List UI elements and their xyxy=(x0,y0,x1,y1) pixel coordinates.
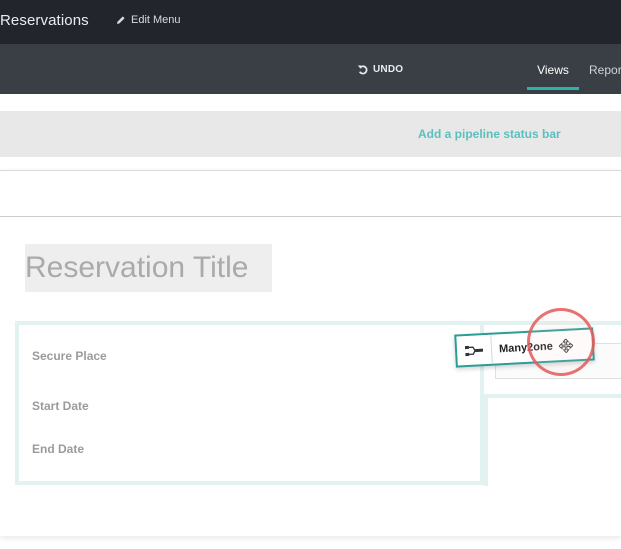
field-label-start-date: Start Date xyxy=(32,399,89,413)
move-cursor-icon xyxy=(558,337,574,353)
field-label-end-date: End Date xyxy=(32,442,85,456)
form-group-right xyxy=(484,394,621,486)
form-group-right-top xyxy=(484,321,621,325)
app-title[interactable]: Reservations xyxy=(0,12,89,29)
relation-icon xyxy=(464,345,484,356)
pencil-icon xyxy=(117,16,125,24)
many2one-icon-box xyxy=(456,334,493,366)
undo-icon xyxy=(357,65,368,75)
edit-menu-label: Edit Menu xyxy=(131,14,181,26)
many2one-label: Many2one xyxy=(498,340,554,355)
pipeline-status-area: Add a pipeline status bar xyxy=(0,111,621,157)
undo-button[interactable]: UNDO xyxy=(357,64,403,75)
tab-views[interactable]: Views xyxy=(527,63,579,90)
add-pipeline-status-bar-link[interactable]: Add a pipeline status bar xyxy=(418,127,561,141)
reservation-title-field[interactable]: Reservation Title xyxy=(25,244,272,292)
field-label-secure-place: Secure Place xyxy=(32,349,107,363)
tab-reports[interactable]: Repor xyxy=(589,63,621,77)
sheet-divider xyxy=(0,216,621,217)
edit-menu-button[interactable]: Edit Menu xyxy=(116,14,181,26)
studio-toolbar: UNDO Views Repor xyxy=(0,44,621,94)
top-navbar: Reservations Edit Menu xyxy=(0,0,621,44)
undo-label: UNDO xyxy=(373,64,404,75)
